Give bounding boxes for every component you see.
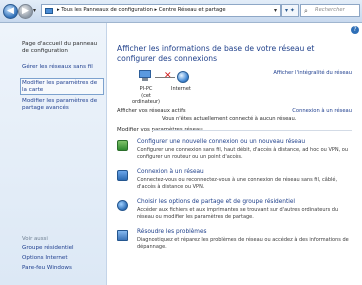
homegroup-link[interactable]: Groupe résidentiel xyxy=(22,245,102,252)
disconnected-x-icon: ✕ xyxy=(164,71,172,81)
internet-globe-icon[interactable] xyxy=(177,71,189,83)
left-task-pane: Page d'accueil du panneau de configurati… xyxy=(0,23,107,285)
no-network-message: Vous n'êtes actuellement connecté à aucu… xyxy=(162,116,297,122)
change-adapter-settings-link[interactable]: Modifier les paramètres de la carte xyxy=(22,80,102,94)
forward-arrow-icon: ▶ xyxy=(22,6,29,16)
task-description: Configurer une connexion sans fil, haut … xyxy=(137,147,349,160)
main-content: ? Afficher les informations de base de v… xyxy=(107,23,362,285)
manage-wireless-link[interactable]: Gérer les réseaux sans fil xyxy=(22,64,102,71)
back-button[interactable]: ◀ xyxy=(3,4,18,19)
windows-firewall-link[interactable]: Pare-feu Windows xyxy=(22,265,102,272)
task-description: Diagnostiquez et réparez les problèmes d… xyxy=(137,237,349,250)
address-bar[interactable]: ▸ Tous les Panneaux de configuration ▸ C… xyxy=(41,4,281,17)
advanced-sharing-link[interactable]: Modifier les paramètres de partage avanc… xyxy=(22,98,102,112)
recent-pages-dropdown[interactable]: ▾ xyxy=(33,7,36,14)
control-panel-icon xyxy=(45,8,53,14)
breadcrumb[interactable]: ▸ Tous les Panneaux de configuration ▸ C… xyxy=(57,7,226,13)
page-title: Afficher les informations de base de vot… xyxy=(117,44,315,63)
network-sharing-center-window: ◀ ▶ ▾ ▸ Tous les Panneaux de configurati… xyxy=(0,0,362,285)
task-title[interactable]: Résoudre les problèmes xyxy=(137,229,207,235)
back-arrow-icon: ◀ xyxy=(7,6,14,16)
connect-to-network-link[interactable]: Connexion à un réseau xyxy=(292,108,352,114)
view-full-map-link[interactable]: Afficher l'intégralité du réseau xyxy=(273,70,352,76)
computer-icon[interactable] xyxy=(138,70,152,82)
address-toolbar: ◀ ▶ ▾ ▸ Tous les Panneaux de configurati… xyxy=(0,0,362,23)
section-divider xyxy=(152,130,352,131)
internet-label: Internet xyxy=(171,86,191,92)
connect-network-icon xyxy=(117,170,128,181)
forward-button[interactable]: ▶ xyxy=(18,4,33,19)
help-icon[interactable]: ? xyxy=(351,26,359,34)
chevron-down-icon[interactable]: ▾ xyxy=(274,7,277,14)
troubleshoot-icon xyxy=(117,230,128,241)
search-input[interactable]: ⌕ Rechercher xyxy=(300,4,360,17)
control-panel-home-link[interactable]: Page d'accueil du panneau de configurati… xyxy=(22,41,102,55)
task-title[interactable]: Configurer une nouvelle connexion ou un … xyxy=(137,139,305,145)
refresh-button[interactable]: ▾ ✦ xyxy=(281,4,299,17)
internet-options-link[interactable]: Options Internet xyxy=(22,255,102,262)
active-networks-label: Afficher vos réseaux actifs xyxy=(117,108,186,114)
search-placeholder: Rechercher xyxy=(315,7,345,13)
see-also-header: Voir aussi xyxy=(22,236,48,242)
task-title[interactable]: Connexion à un réseau xyxy=(137,169,204,175)
network-setup-icon xyxy=(117,140,128,151)
task-title[interactable]: Choisir les options de partage et de gro… xyxy=(137,199,295,205)
search-icon: ⌕ xyxy=(304,7,308,15)
computer-sub-label: (cet ordinateur) xyxy=(131,93,161,105)
task-description: Accéder aux fichiers et aux imprimantes … xyxy=(137,207,339,220)
homegroup-sharing-icon xyxy=(117,200,128,211)
computer-name-label: PI-PC xyxy=(139,86,153,92)
task-description: Connectez-vous ou reconnectez-vous à une… xyxy=(137,177,338,190)
